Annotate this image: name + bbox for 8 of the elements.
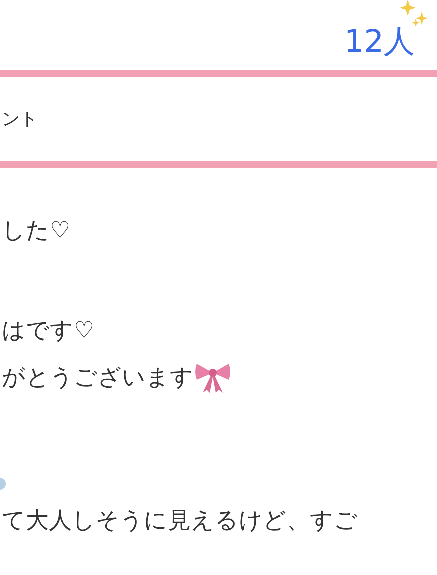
section-label: ント (1, 108, 38, 131)
emoji-icon (0, 478, 8, 490)
comment-text: て大人しそうに見えるけど、すご (1, 506, 358, 536)
sparkle-icon (399, 0, 429, 28)
comment-text: がとうございます (1, 364, 194, 392)
comment-text: した♡ (1, 216, 71, 246)
comment-text: はです♡ (1, 316, 95, 346)
member-count: 12人 (344, 27, 415, 62)
